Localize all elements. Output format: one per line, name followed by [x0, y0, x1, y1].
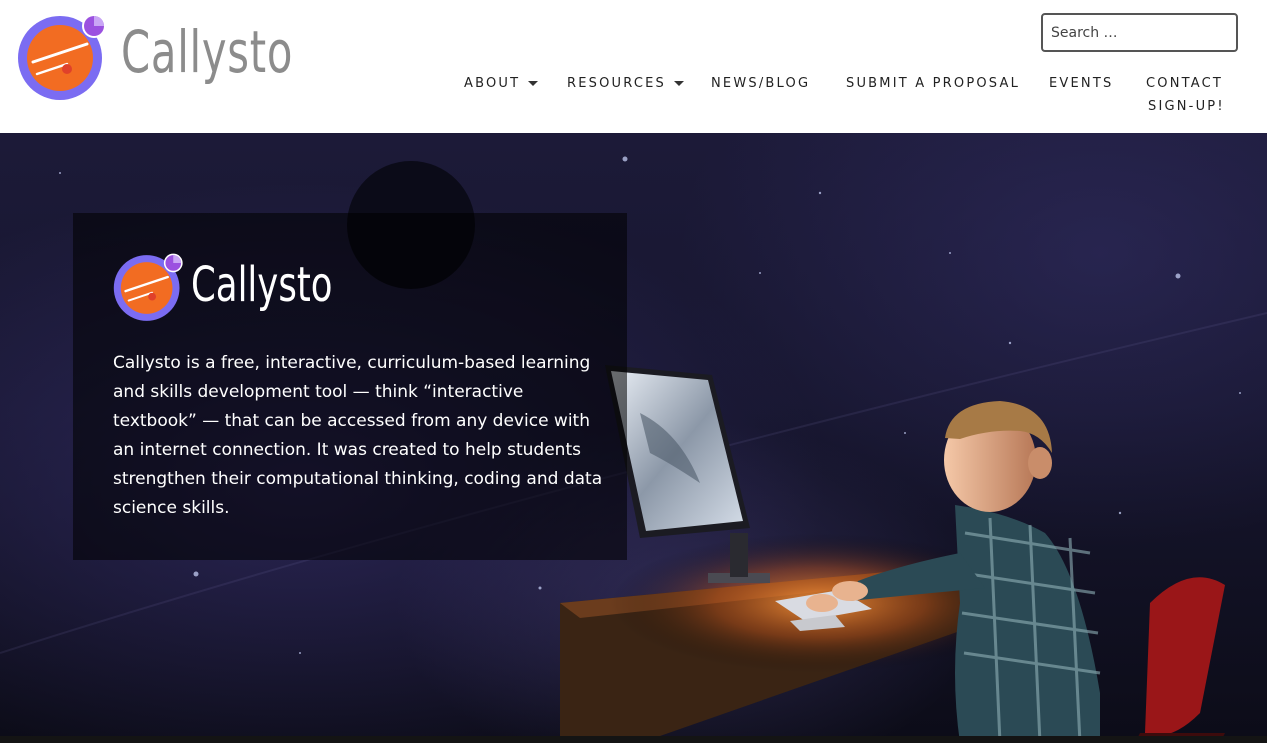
site-header: Callysto ABOUT RESOURCES NEWS/BLOG SUBMI…	[0, 0, 1267, 133]
nav-item-label: ABOUT	[464, 75, 521, 91]
nav-item-label: CONTACT	[1146, 75, 1224, 91]
callysto-logo-icon	[113, 253, 183, 321]
nav-item-label: RESOURCES	[567, 75, 666, 91]
main-navigation: ABOUT RESOURCES NEWS/BLOG SUBMIT A PROPO…	[0, 74, 1267, 124]
nav-item-label: SUBMIT A PROPOSAL	[846, 75, 1021, 91]
intro-panel: Callysto Callysto is a free, interactive…	[73, 213, 627, 560]
nav-item-contact[interactable]: CONTACT	[1146, 74, 1223, 92]
nav-item-sign-up[interactable]: SIGN-UP!	[1148, 97, 1225, 115]
hero-banner: Callysto Callysto is a free, interactive…	[0, 133, 1267, 743]
nav-item-label: SIGN-UP!	[1148, 98, 1225, 114]
nav-item-resources[interactable]: RESOURCES	[567, 74, 684, 92]
nav-item-about[interactable]: ABOUT	[464, 74, 539, 92]
nav-item-submit-proposal[interactable]: SUBMIT A PROPOSAL	[846, 74, 1020, 92]
hero-bottom-edge	[0, 736, 1267, 743]
hero-logo-wordmark: Callysto	[191, 257, 333, 313]
nav-item-news-blog[interactable]: NEWS/BLOG	[711, 74, 810, 92]
nav-item-label: EVENTS	[1049, 75, 1114, 91]
search-input[interactable]	[1041, 13, 1238, 52]
hero-logo: Callysto	[113, 253, 353, 323]
intro-description: Callysto is a free, interactive, curricu…	[113, 353, 603, 518]
nav-item-label: NEWS/BLOG	[711, 75, 811, 91]
caret-down-icon	[528, 80, 539, 86]
nav-item-events[interactable]: EVENTS	[1049, 74, 1113, 92]
caret-down-icon	[673, 80, 684, 86]
